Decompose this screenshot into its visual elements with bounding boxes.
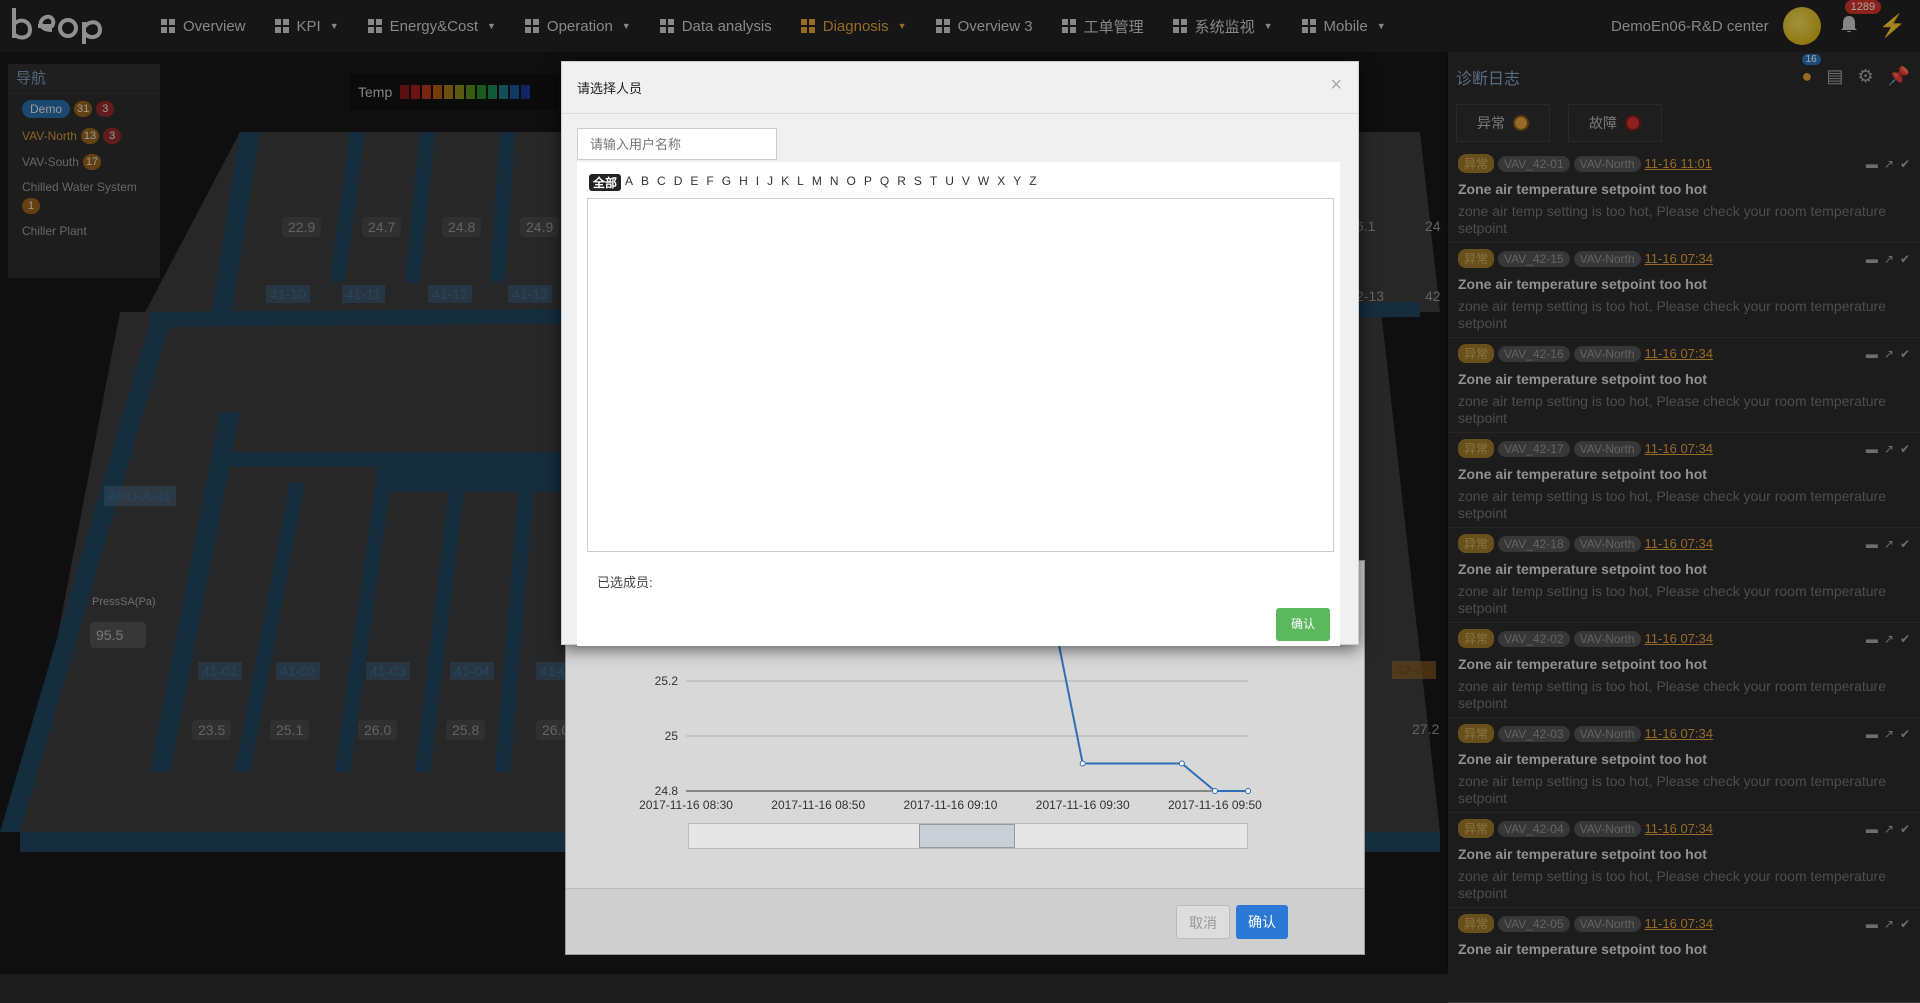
alphabet-letter[interactable]: E (686, 174, 702, 191)
select-person-modal: 请选择人员 × 全部ABCDEFGHIJKLMNOPQRSTUVWXYZ 已选成… (561, 61, 1359, 646)
data-point[interactable] (1245, 788, 1251, 794)
slider-window[interactable] (919, 824, 1015, 848)
selected-members-label: 已选成员: (597, 575, 653, 590)
alphabet-letter[interactable]: H (735, 174, 752, 191)
confirm-button[interactable]: 确认 (1276, 608, 1330, 641)
y-tick-label: 25 (665, 729, 679, 743)
data-point[interactable] (1178, 760, 1185, 767)
alphabet-letter[interactable]: S (910, 174, 926, 191)
chart-zoom-slider[interactable] (688, 823, 1248, 849)
selection-panel: 全部 A B C D E F G H I J K L M N O P Q R S T U V W X Y Z 已选成员: 确认 (577, 162, 1340, 646)
alphabet-letter[interactable]: I (752, 174, 763, 191)
alphabet-letter[interactable]: W (974, 174, 993, 191)
alphabet-letter[interactable]: P (860, 174, 876, 191)
alphabet-letter[interactable]: T (926, 174, 941, 191)
user-list[interactable] (587, 198, 1334, 552)
alphabet-letter[interactable]: X (993, 174, 1009, 191)
alphabet-letter[interactable]: B (637, 174, 653, 191)
alphabet-letter[interactable]: Y (1009, 174, 1025, 191)
data-point[interactable] (1079, 760, 1086, 767)
alphabet-letter[interactable]: G (718, 174, 735, 191)
alphabet-letter[interactable]: J (763, 174, 777, 191)
data-point[interactable] (1211, 788, 1218, 794)
ok-button[interactable]: 确认 (1236, 905, 1288, 939)
x-tick-label: 2017-11-16 08:50 (771, 798, 865, 812)
user-search-input[interactable] (577, 128, 777, 160)
alphabet-letter[interactable]: C (653, 174, 670, 191)
alphabet-letter[interactable]: A (621, 174, 637, 191)
close-icon[interactable]: × (1330, 74, 1342, 97)
alphabet-letter[interactable]: Z (1025, 174, 1040, 191)
cancel-button[interactable]: 取消 (1176, 905, 1230, 939)
y-tick-label: 24.8 (655, 784, 679, 798)
alphabet-letter[interactable]: L (793, 174, 808, 191)
x-tick-label: 2017-11-16 09:50 (1168, 798, 1262, 812)
x-tick-label: 2017-11-16 09:10 (904, 798, 998, 812)
y-tick-label: 25.2 (655, 674, 679, 688)
alphabet-letter[interactable]: K (777, 174, 793, 191)
alphabet-letter[interactable]: O (842, 174, 859, 191)
alphabet-letter[interactable]: 全部 (589, 174, 622, 191)
alphabet-filter: 全部 A B C D E F G H I J K L M N O P Q R S T U V W X Y Z (589, 174, 1041, 191)
x-tick-label: 2017-11-16 09:30 (1036, 798, 1130, 812)
alphabet-letter[interactable]: V (958, 174, 974, 191)
alphabet-letter[interactable]: M (808, 174, 826, 191)
x-tick-label: 2017-11-16 08:30 (639, 798, 733, 812)
alphabet-letter[interactable]: R (893, 174, 910, 191)
modal-title: 请选择人员 (577, 81, 643, 96)
alphabet-letter[interactable]: Q (876, 174, 893, 191)
alphabet-letter[interactable]: N (826, 174, 843, 191)
alphabet-letter[interactable]: F (702, 174, 717, 191)
alphabet-letter[interactable]: D (670, 174, 687, 191)
alphabet-letter[interactable]: U (941, 174, 958, 191)
